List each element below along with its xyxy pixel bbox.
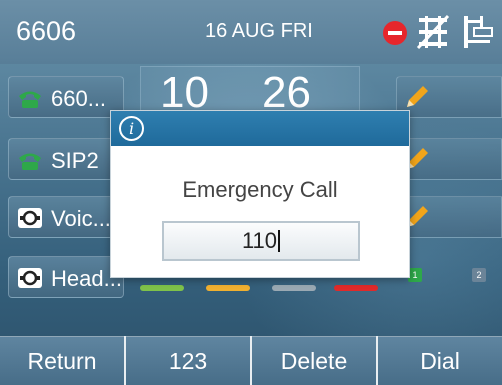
headset-icon bbox=[18, 268, 42, 288]
dsskey-right-1[interactable] bbox=[396, 76, 502, 118]
dnd-icon bbox=[383, 21, 407, 45]
dsskey-right-2[interactable] bbox=[396, 138, 502, 180]
line-key-label: 660... bbox=[51, 86, 107, 111]
dialog-header: i bbox=[111, 111, 409, 146]
phone-icon bbox=[19, 153, 41, 170]
edit-icon bbox=[407, 86, 428, 107]
lan-disconnected-icon bbox=[464, 16, 493, 48]
phone-screen: 6606 16 AUG FRI 10 26 660... SIP2 Voic..… bbox=[0, 0, 502, 385]
phone-icon bbox=[19, 91, 41, 108]
line-key-3[interactable]: Voic... bbox=[8, 196, 124, 238]
indicator-bar bbox=[334, 285, 378, 291]
dsskey-right-3[interactable] bbox=[396, 196, 502, 238]
indicator-bar bbox=[206, 285, 250, 291]
extension-number: 6606 bbox=[16, 16, 77, 46]
line-key-1[interactable]: 660... bbox=[8, 76, 124, 118]
emergency-call-dialog: i Emergency Call 110 bbox=[110, 110, 410, 278]
input-mode-softkey[interactable]: 123 bbox=[126, 336, 250, 385]
number-input-value: 110 bbox=[241, 228, 278, 253]
indicator-bar bbox=[272, 285, 316, 291]
status-bar: 6606 16 AUG FRI bbox=[0, 0, 502, 64]
indicator-bar bbox=[140, 285, 184, 291]
dialog-title: Emergency Call bbox=[182, 177, 338, 202]
number-input[interactable]: 110 bbox=[162, 221, 360, 261]
line-key-2[interactable]: SIP2 bbox=[8, 138, 124, 180]
delete-softkey[interactable]: Delete bbox=[252, 336, 376, 385]
line-key-label: SIP2 bbox=[51, 148, 99, 173]
page-badge-1[interactable]: 1 bbox=[408, 268, 422, 282]
dial-softkey[interactable]: Dial bbox=[378, 336, 502, 385]
info-icon: i bbox=[119, 116, 144, 141]
line-key-label: Voic... bbox=[51, 206, 111, 231]
date-display: 16 AUG FRI bbox=[205, 20, 313, 42]
line-key-4[interactable]: Head... bbox=[8, 256, 124, 298]
page-badge-2[interactable]: 2 bbox=[472, 268, 486, 282]
network-unavailable-icon bbox=[416, 14, 450, 50]
return-softkey[interactable]: Return bbox=[0, 336, 124, 385]
text-caret bbox=[278, 230, 281, 252]
voicemail-icon bbox=[18, 208, 42, 228]
